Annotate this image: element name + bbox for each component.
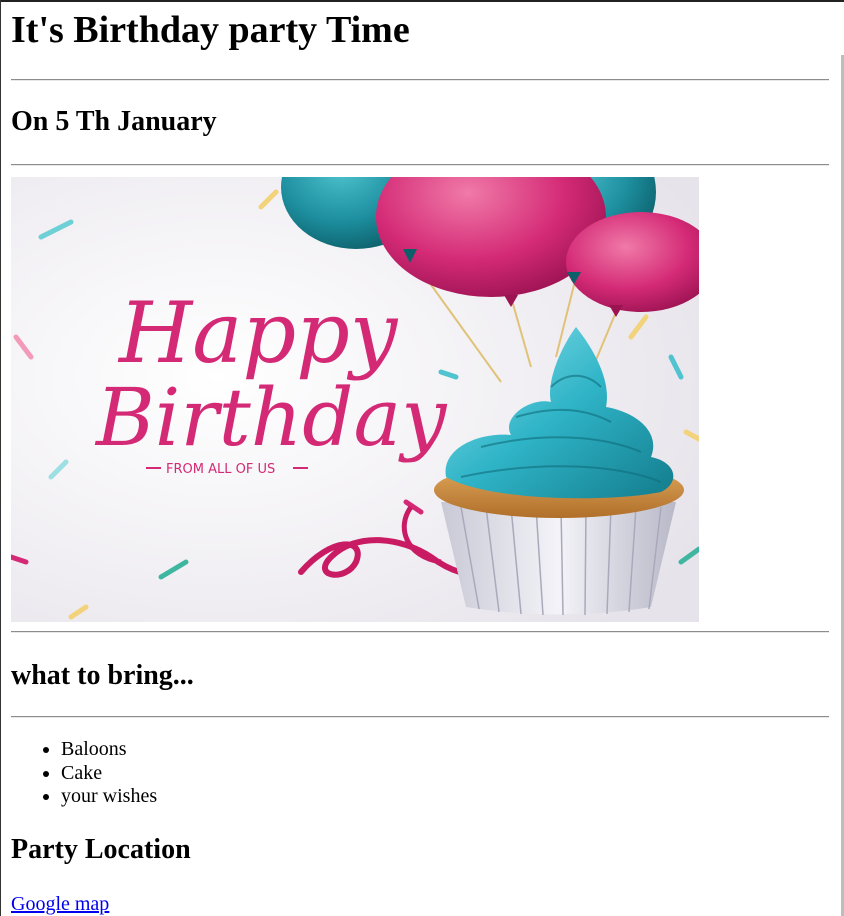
bring-list: Baloons Cake your wishes bbox=[11, 738, 157, 809]
divider bbox=[11, 79, 829, 81]
divider bbox=[11, 164, 829, 166]
party-date-heading: On 5 Th January bbox=[11, 106, 217, 137]
list-item: your wishes bbox=[61, 785, 157, 809]
page-title: It's Birthday party Time bbox=[11, 9, 410, 51]
tagline-text: FROM ALL OF US bbox=[166, 462, 275, 477]
birthday-lettering: Birthday bbox=[94, 371, 448, 464]
google-map-link[interactable]: Google map bbox=[11, 892, 109, 916]
window-left-border bbox=[0, 0, 1, 916]
birthday-illustration: Happy Birthday FROM ALL OF US bbox=[11, 177, 699, 622]
what-to-bring-heading: what to bring... bbox=[11, 660, 194, 691]
party-location-heading: Party Location bbox=[11, 834, 191, 865]
divider bbox=[11, 716, 829, 718]
birthday-banner-image: Happy Birthday FROM ALL OF US bbox=[11, 177, 699, 622]
list-item: Baloons bbox=[61, 738, 157, 762]
divider bbox=[11, 631, 829, 633]
page-content: It's Birthday party Time On 5 Th January bbox=[11, 0, 829, 915]
list-item: Cake bbox=[61, 762, 157, 786]
happy-lettering: Happy bbox=[117, 284, 399, 382]
